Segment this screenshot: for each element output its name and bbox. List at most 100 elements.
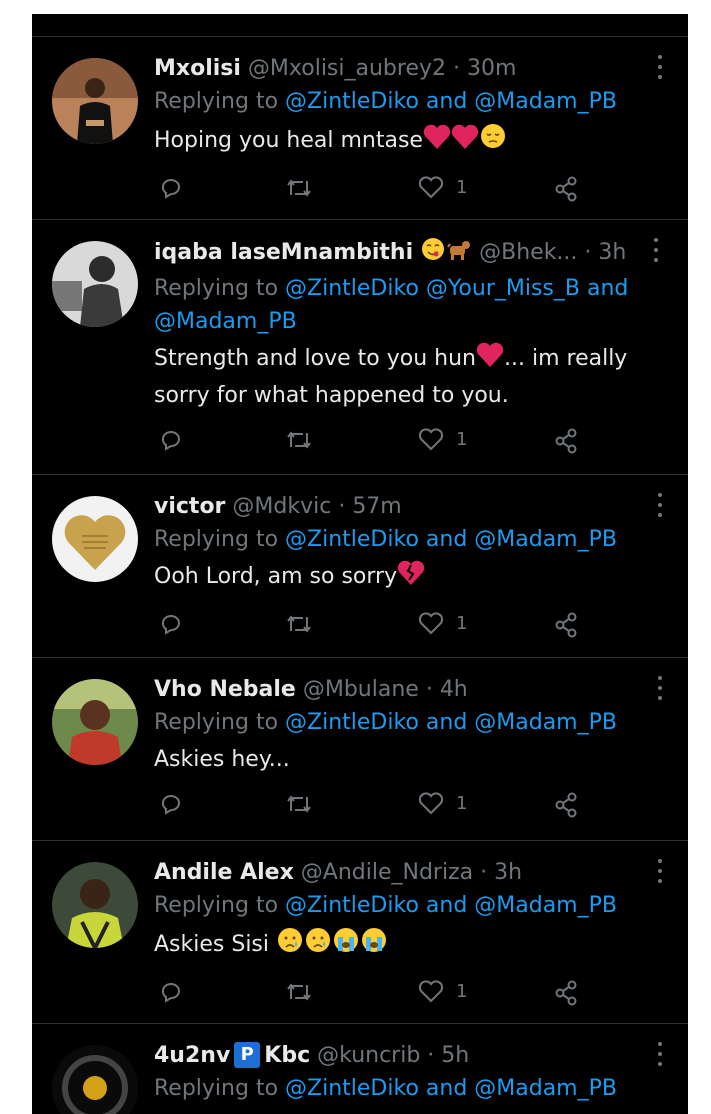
reply-button[interactable]: [158, 611, 184, 637]
retweet-icon: [287, 795, 311, 813]
tweet[interactable]: 4u2nv P Kbc @kuncrib · 5h Replying to @Zin…: [32, 1024, 688, 1114]
reply-feed[interactable]: Mxolisi @Mxolisi_aubrey2 · 30m Replying …: [32, 14, 688, 1114]
like-count: 1: [456, 176, 468, 198]
tweet-text: Askies Sisi: [154, 926, 648, 965]
retweet-icon: [287, 983, 311, 1001]
share-icon: [555, 612, 577, 638]
avatar[interactable]: [52, 862, 138, 948]
tweet[interactable]: Mxolisi @Mxolisi_aubrey2 · 30m Replying …: [32, 37, 688, 220]
more-options-icon[interactable]: [656, 859, 664, 883]
like-icon: [418, 176, 444, 199]
handle[interactable]: @Mbulane: [303, 677, 419, 702]
avatar[interactable]: [52, 1045, 138, 1114]
mentions-link[interactable]: @ZintleDiko and @Madam_PB: [285, 1076, 617, 1101]
crying-face-icon: [276, 926, 304, 965]
retweet-icon: [287, 179, 311, 197]
handle[interactable]: @Mdkvic: [232, 494, 331, 519]
tweet-text-content: Askies Sisi: [154, 932, 270, 957]
display-name[interactable]: Vho Nebale: [154, 677, 296, 702]
timestamp[interactable]: 57m: [352, 494, 401, 519]
replying-to: Replying to @ZintleDiko @Your_Miss_B and: [154, 272, 658, 305]
tweet-text: Strength and love to you hun... im reall…: [154, 342, 658, 413]
reply-button[interactable]: [158, 175, 184, 201]
retweet-button[interactable]: [284, 175, 314, 201]
red-heart-icon: [451, 124, 479, 161]
replying-prefix: Replying to: [154, 710, 286, 735]
like-button[interactable]: 1: [418, 791, 467, 815]
handle[interactable]: @kuncrib: [317, 1043, 420, 1068]
timestamp[interactable]: 4h: [440, 677, 468, 702]
handle[interactable]: @Mxolisi_aubrey2: [248, 56, 446, 81]
previous-tweet-edge: [32, 14, 688, 37]
mentions-link[interactable]: @ZintleDiko and @Madam_PB: [285, 527, 617, 552]
reply-button[interactable]: [158, 979, 184, 1005]
tweet-header: victor @Mdkvic · 57m: [154, 491, 648, 523]
display-name[interactable]: Mxolisi: [154, 56, 241, 81]
display-name[interactable]: 4u2nv P Kbc: [154, 1042, 310, 1068]
tweet-header: Vho Nebale @Mbulane · 4h: [154, 674, 648, 706]
tweet-text-content: Hoping you heal mntase: [154, 128, 423, 153]
replying-to: Replying to @ZintleDiko and @Madam_PB: [154, 1072, 648, 1105]
pensive-face-icon: [479, 122, 507, 161]
avatar[interactable]: [52, 679, 138, 765]
more-options-icon[interactable]: [656, 55, 664, 79]
like-button[interactable]: 1: [418, 175, 467, 199]
share-icon: [555, 176, 577, 202]
mentions-link[interactable]: @ZintleDiko and @Madam_PB: [285, 710, 617, 735]
reply-button[interactable]: [158, 427, 184, 453]
display-name[interactable]: iqaba laseMnambithi: [154, 240, 413, 265]
share-button[interactable]: [552, 979, 580, 1007]
retweet-button[interactable]: [284, 791, 314, 817]
more-options-icon[interactable]: [656, 493, 664, 517]
display-name[interactable]: victor: [154, 494, 225, 519]
crying-face-icon: [304, 926, 332, 965]
display-name-part: 4u2nv: [154, 1043, 231, 1068]
more-options-icon[interactable]: [652, 238, 660, 262]
tweet[interactable]: Andile Alex @Andile_Ndriza · 3h Replying…: [32, 841, 688, 1024]
share-icon: [555, 792, 577, 818]
tweet-text-content: Ooh Lord, am so sorry: [154, 564, 398, 589]
share-button[interactable]: [552, 427, 580, 455]
avatar[interactable]: [52, 496, 138, 582]
like-count: 1: [456, 980, 468, 1002]
handle[interactable]: @Andile_Ndriza: [301, 860, 473, 885]
mentions-link[interactable]: @ZintleDiko @Your_Miss_B and: [285, 276, 628, 301]
retweet-button[interactable]: [284, 611, 314, 637]
mentions-link[interactable]: @Madam_PB: [154, 309, 297, 334]
retweet-button[interactable]: [284, 427, 314, 453]
timestamp[interactable]: 3h: [598, 240, 626, 265]
timestamp[interactable]: 30m: [467, 56, 516, 81]
share-icon: [555, 980, 577, 1006]
yum-face-icon: [420, 236, 446, 272]
mentions-link[interactable]: @ZintleDiko and @Madam_PB: [285, 893, 617, 918]
share-button[interactable]: [552, 611, 580, 639]
share-button[interactable]: [552, 175, 580, 203]
like-button[interactable]: 1: [418, 427, 467, 451]
timestamp[interactable]: 3h: [494, 860, 522, 885]
mentions-link[interactable]: @ZintleDiko and @Madam_PB: [285, 89, 617, 114]
more-options-icon[interactable]: [656, 676, 664, 700]
reply-button[interactable]: [158, 791, 184, 817]
tweet-header: 4u2nv P Kbc @kuncrib · 5h: [154, 1040, 648, 1072]
tweet-actions: 1: [154, 777, 688, 847]
loudly-crying-face-icon: [360, 926, 388, 965]
separator: ·: [331, 494, 353, 519]
tweet[interactable]: iqaba laseMnambithi @Bhek... · 3h Replyi…: [32, 220, 688, 475]
avatar[interactable]: [52, 58, 138, 144]
avatar[interactable]: [52, 241, 138, 327]
display-name[interactable]: Andile Alex: [154, 860, 294, 885]
like-button[interactable]: 1: [418, 611, 467, 635]
retweet-button[interactable]: [284, 979, 314, 1005]
tweet-header: iqaba laseMnambithi @Bhek... · 3h: [154, 236, 658, 272]
like-button[interactable]: 1: [418, 979, 467, 1003]
reply-icon: [162, 179, 181, 199]
handle[interactable]: @Bhek...: [479, 240, 577, 265]
separator: ·: [446, 56, 467, 81]
timestamp[interactable]: 5h: [441, 1043, 469, 1068]
more-options-icon[interactable]: [656, 1042, 664, 1066]
reply-icon: [162, 615, 181, 635]
tweet[interactable]: Vho Nebale @Mbulane · 4h Replying to @Zi…: [32, 658, 688, 841]
tweet-header: Mxolisi @Mxolisi_aubrey2 · 30m: [154, 53, 648, 85]
tweet[interactable]: victor @Mdkvic · 57m Replying to @Zintle…: [32, 475, 688, 658]
share-button[interactable]: [552, 791, 580, 819]
